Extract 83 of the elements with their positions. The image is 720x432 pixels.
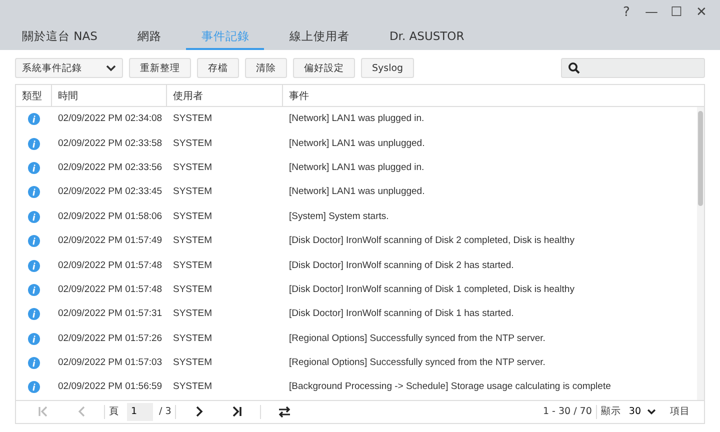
- last-page-icon: [232, 406, 242, 418]
- column-header[interactable]: 類型: [16, 85, 52, 106]
- table-cell-text: SYSTEM: [172, 258, 214, 273]
- page-field[interactable]: 1: [127, 402, 153, 421]
- toolbar-button[interactable]: 清除: [245, 58, 287, 78]
- table-cell-text: SYSTEM: [172, 160, 214, 175]
- table-cell-text: 02/09/2022 PM 01:56:59: [57, 380, 164, 394]
- table-cell-text: SYSTEM: [172, 112, 214, 126]
- table-cell-text: SYSTEM: [172, 136, 214, 151]
- first-page-icon: [38, 406, 48, 418]
- info-icon: [28, 210, 40, 223]
- close-button[interactable]: ✕: [689, 0, 714, 24]
- page-label: 頁: [109, 405, 119, 418]
- chevron-down-icon: [106, 64, 116, 72]
- swap-arrows-icon: [278, 406, 291, 418]
- search-field[interactable]: [561, 58, 705, 78]
- search-icon: [568, 62, 580, 74]
- table-cell-text: 02/09/2022 PM 02:33:45: [57, 185, 164, 200]
- info-icon: [28, 357, 40, 370]
- info-icon: [28, 162, 40, 174]
- items-label: 項目: [670, 405, 690, 418]
- table-cell-text: 02/09/2022 PM 02:34:08: [57, 112, 164, 126]
- table-cell-text: [Disk Doctor] IronWolf scanning of Disk 1 completed, Disk is healthy: [288, 282, 576, 297]
- table-cell-text: [Network] LAN1 was plugged in.: [288, 112, 426, 126]
- table-cell-text: [Disk Doctor] IronWolf scanning of Disk 1 has started.: [288, 307, 515, 322]
- tab[interactable]: 線上使用者: [274, 24, 364, 50]
- help-button[interactable]: ?: [614, 0, 639, 24]
- table-cell-text: 02/09/2022 PM 01:57:26: [57, 332, 164, 346]
- info-icon: [28, 235, 40, 248]
- table-cell-text: SYSTEM: [172, 380, 214, 394]
- table-cell-text: 02/09/2022 PM 01:57:48: [57, 258, 164, 273]
- tab[interactable]: 網路: [122, 24, 176, 50]
- table-cell-text: 02/09/2022 PM 01:57:31: [57, 307, 164, 322]
- table-cell-text: [Regional Options] Successfully synced from the NTP server.: [288, 356, 546, 370]
- info-icon: [28, 260, 40, 272]
- table-cell-text: [Background Processing -> Schedule] Storage usage calculating is complete: [288, 380, 612, 394]
- table-cell-text: 02/09/2022 PM 01:57:49: [57, 234, 164, 248]
- table-cell-text: 02/09/2022 PM 02:33:58: [57, 136, 164, 151]
- minimize-button[interactable]: —: [639, 0, 664, 24]
- info-icon: [28, 308, 40, 320]
- info-icon: [28, 284, 40, 296]
- table-cell-text: [Network] LAN1 was plugged in.: [288, 160, 426, 175]
- toolbar-button[interactable]: 存檔: [197, 58, 239, 78]
- table-cell-text: SYSTEM: [172, 234, 214, 248]
- table-cell-text: 02/09/2022 PM 01:57:48: [57, 282, 164, 297]
- info-icon: [28, 113, 40, 126]
- table-cell-text: SYSTEM: [172, 185, 214, 200]
- table-cell-text: [Network] LAN1 was unplugged.: [288, 136, 426, 151]
- chevron-left-icon: [78, 406, 84, 418]
- range-text: 1 - 30 / 70: [542, 406, 592, 418]
- scrollbar[interactable]: [697, 107, 704, 400]
- maximize-button[interactable]: ☐: [664, 0, 689, 24]
- page-total: / 3: [159, 406, 172, 418]
- tab[interactable]: 關於這台 NAS: [7, 24, 112, 50]
- toolbar-button[interactable]: 偏好設定: [293, 58, 355, 78]
- info-icon: [28, 381, 40, 394]
- table-cell-text: 02/09/2022 PM 01:57:03: [57, 356, 164, 370]
- log-type-dropdown[interactable]: 系統事件記錄: [15, 58, 123, 78]
- table-cell-text: SYSTEM: [172, 282, 214, 297]
- table-cell-text: [System] System starts.: [288, 210, 390, 224]
- tab[interactable]: Dr. ASUSTOR: [374, 24, 480, 50]
- toolbar-button[interactable]: 重新整理: [129, 58, 191, 78]
- info-icon: [28, 186, 40, 198]
- info-icon: [28, 138, 40, 150]
- table-cell-text: [Regional Options] Successfully synced from the NTP server.: [288, 332, 546, 346]
- info-icon: [28, 332, 40, 345]
- page-size-dropdown[interactable]: 30: [628, 406, 656, 418]
- table-cell-text: SYSTEM: [172, 356, 214, 370]
- chevron-right-icon: [196, 406, 203, 418]
- table-cell-text: 02/09/2022 PM 02:33:56: [57, 160, 164, 175]
- table-cell-text: [Network] LAN1 was unplugged.: [288, 185, 426, 200]
- chevron-down-icon: [647, 408, 656, 415]
- table-cell-text: 02/09/2022 PM 01:58:06: [57, 210, 164, 224]
- toolbar-button[interactable]: Syslog: [361, 58, 414, 78]
- table-cell-text: [Disk Doctor] IronWolf scanning of Disk 2 completed, Disk is healthy: [288, 234, 576, 248]
- column-header[interactable]: 使用者: [167, 85, 283, 106]
- column-header[interactable]: 事件: [283, 85, 704, 106]
- table-cell-text: SYSTEM: [172, 210, 214, 224]
- table-cell-text: SYSTEM: [172, 307, 214, 322]
- show-label: 顯示: [600, 405, 621, 418]
- table-cell-text: SYSTEM: [172, 332, 214, 346]
- table-cell-text: [Disk Doctor] IronWolf scanning of Disk 2 has started.: [288, 258, 515, 273]
- column-header[interactable]: 時間: [52, 85, 167, 106]
